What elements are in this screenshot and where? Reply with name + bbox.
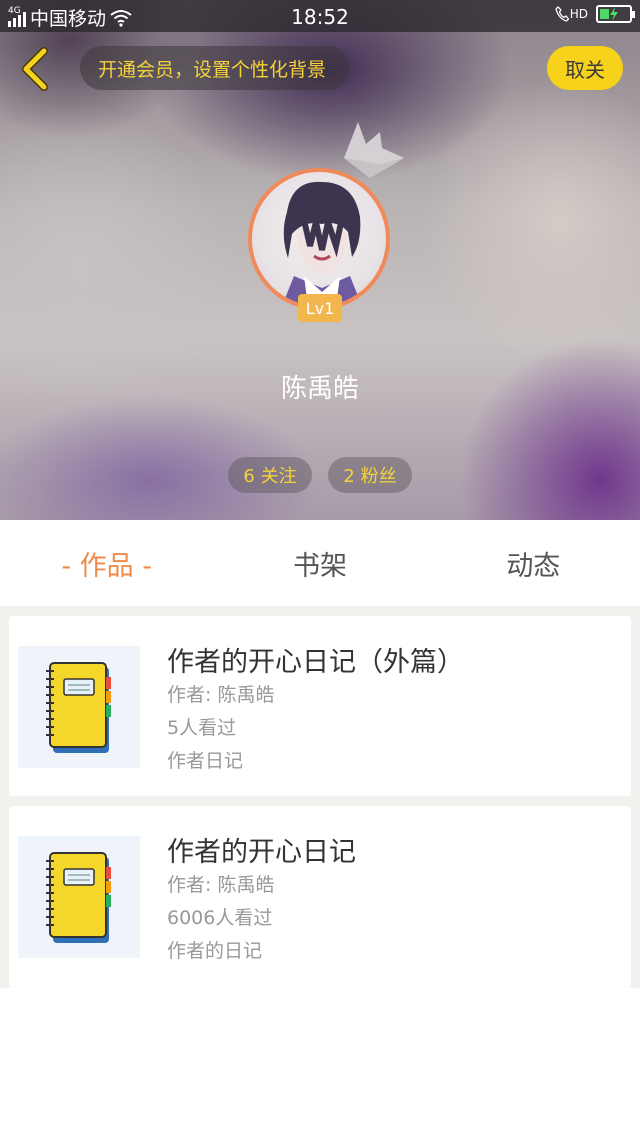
back-button[interactable] (14, 46, 54, 92)
avatar[interactable] (248, 168, 390, 310)
status-right: HD (555, 5, 635, 23)
hd-label: HD (569, 7, 588, 21)
battery-icon (596, 5, 635, 23)
unfollow-button[interactable]: 取关 (547, 46, 623, 90)
profile-tabs: - 作品 - 书架 动态 (0, 520, 640, 606)
work-title: 作者的开心日记（外篇） (167, 647, 464, 678)
work-author: 作者: 陈禹皓 (167, 684, 275, 706)
status-bar: 4G 中国移动 18:52 HD (0, 0, 640, 32)
notebook-icon (46, 662, 111, 753)
work-views: 5人看过 (167, 717, 237, 739)
book-cover (18, 646, 140, 768)
work-author: 作者: 陈禹皓 (167, 874, 275, 896)
vip-promo-button[interactable]: 开通会员，设置个性化背景 (80, 46, 350, 90)
username: 陈禹皓 (280, 374, 359, 404)
tab-bookshelf[interactable]: 书架 (213, 520, 426, 606)
work-description: 作者日记 (167, 750, 244, 772)
work-description: 作者的日记 (167, 940, 263, 962)
profile-header: 4G 中国移动 18:52 HD 开通会员，设置个性化背景 取关 Lv1 陈禹皓… (0, 0, 640, 520)
avatar-portrait-icon (282, 181, 362, 306)
level-badge: Lv1 (298, 294, 342, 322)
work-title: 作者的开心日记 (167, 837, 356, 868)
crown-icon (344, 122, 404, 178)
tab-activity[interactable]: 动态 (427, 520, 640, 606)
works-list: 作者的开心日记（外篇） 作者: 陈禹皓 5人看过 作者日记 作者的开心日记 作者… (0, 606, 640, 988)
list-item[interactable]: 作者的开心日记 作者: 陈禹皓 6006人看过 作者的日记 (9, 806, 631, 988)
work-views: 6006人看过 (167, 907, 273, 929)
hd-call-icon: HD (555, 6, 588, 22)
book-cover (18, 836, 140, 958)
tab-works[interactable]: - 作品 - (0, 520, 213, 606)
list-item[interactable]: 作者的开心日记（外篇） 作者: 陈禹皓 5人看过 作者日记 (9, 616, 631, 796)
clock: 18:52 (291, 5, 349, 29)
notebook-icon (46, 852, 111, 943)
chevron-left-icon (22, 47, 48, 91)
following-count-button[interactable]: 6 关注 (228, 457, 312, 493)
fans-count-button[interactable]: 2 粉丝 (328, 457, 412, 493)
